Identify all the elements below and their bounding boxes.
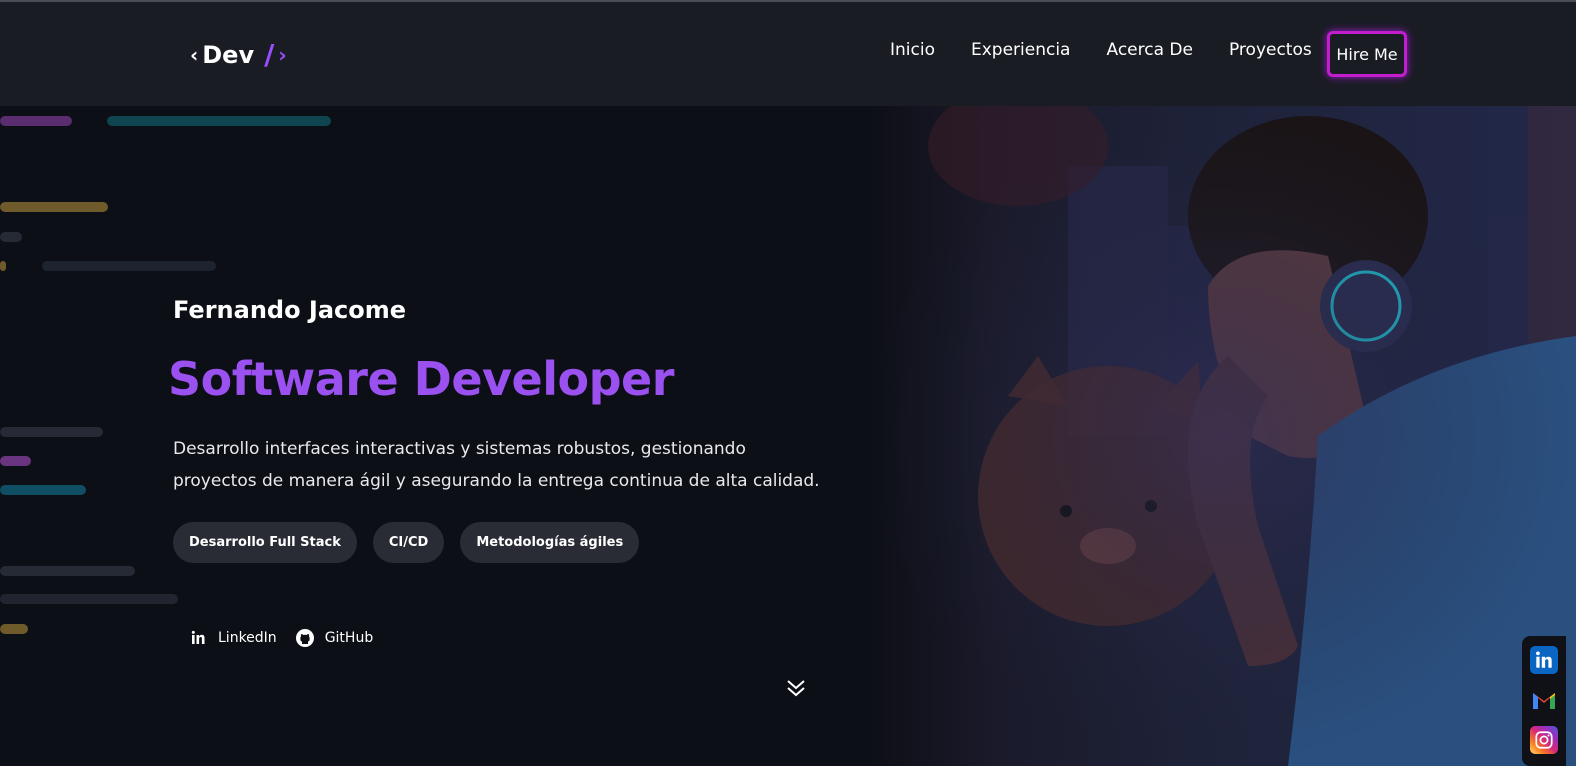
github-icon — [295, 629, 314, 647]
nav-proyectos[interactable]: Proyectos — [1229, 40, 1312, 60]
logo-text: Dev — [202, 40, 255, 69]
hero-role: Software Developer — [168, 352, 674, 406]
logo-slash: / — [264, 38, 275, 71]
logo-right-bracket: › — [278, 42, 287, 67]
nav-experiencia[interactable]: Experiencia — [971, 40, 1071, 60]
hero-name: Fernando Jacome — [173, 296, 407, 324]
hero-illustration — [868, 106, 1576, 766]
linkedin-label: LinkedIn — [218, 630, 277, 646]
tag-full-stack: Desarrollo Full Stack — [173, 522, 357, 563]
chevron-double-down-icon[interactable] — [784, 676, 808, 700]
tag-agile: Metodologías ágiles — [460, 522, 640, 563]
hero-section: Fernando Jacome Software Developer Desar… — [0, 106, 1576, 766]
nav-acerca-de[interactable]: Acerca De — [1106, 40, 1192, 60]
social-links: LinkedIn GitHub — [188, 628, 373, 648]
linkedin-icon[interactable] — [1530, 646, 1558, 674]
floating-social-bar — [1522, 636, 1566, 766]
developer-illustration — [868, 106, 1576, 766]
logo-left-bracket: ‹ — [190, 42, 199, 67]
tag-ci-cd: CI/CD — [372, 522, 445, 563]
main-nav: Inicio Experiencia Acerca De Proyectos — [890, 40, 1348, 60]
nav-inicio[interactable]: Inicio — [890, 40, 935, 60]
skill-tags: Desarrollo Full Stack CI/CD Metodologías… — [173, 522, 640, 563]
linkedin-icon — [188, 628, 208, 648]
github-label: GitHub — [324, 630, 374, 646]
gmail-icon[interactable] — [1530, 686, 1558, 714]
hire-me-button[interactable]: Hire Me — [1327, 31, 1407, 77]
logo[interactable]: ‹ Dev / › — [190, 38, 287, 71]
hero-description: Desarrollo interfaces interactivas y sis… — [173, 439, 820, 491]
instagram-icon[interactable] — [1530, 726, 1558, 754]
linkedin-link[interactable]: LinkedIn — [188, 628, 277, 648]
site-header: ‹ Dev / › Inicio Experiencia Acerca De P… — [0, 2, 1576, 106]
github-link[interactable]: GitHub — [295, 628, 374, 648]
